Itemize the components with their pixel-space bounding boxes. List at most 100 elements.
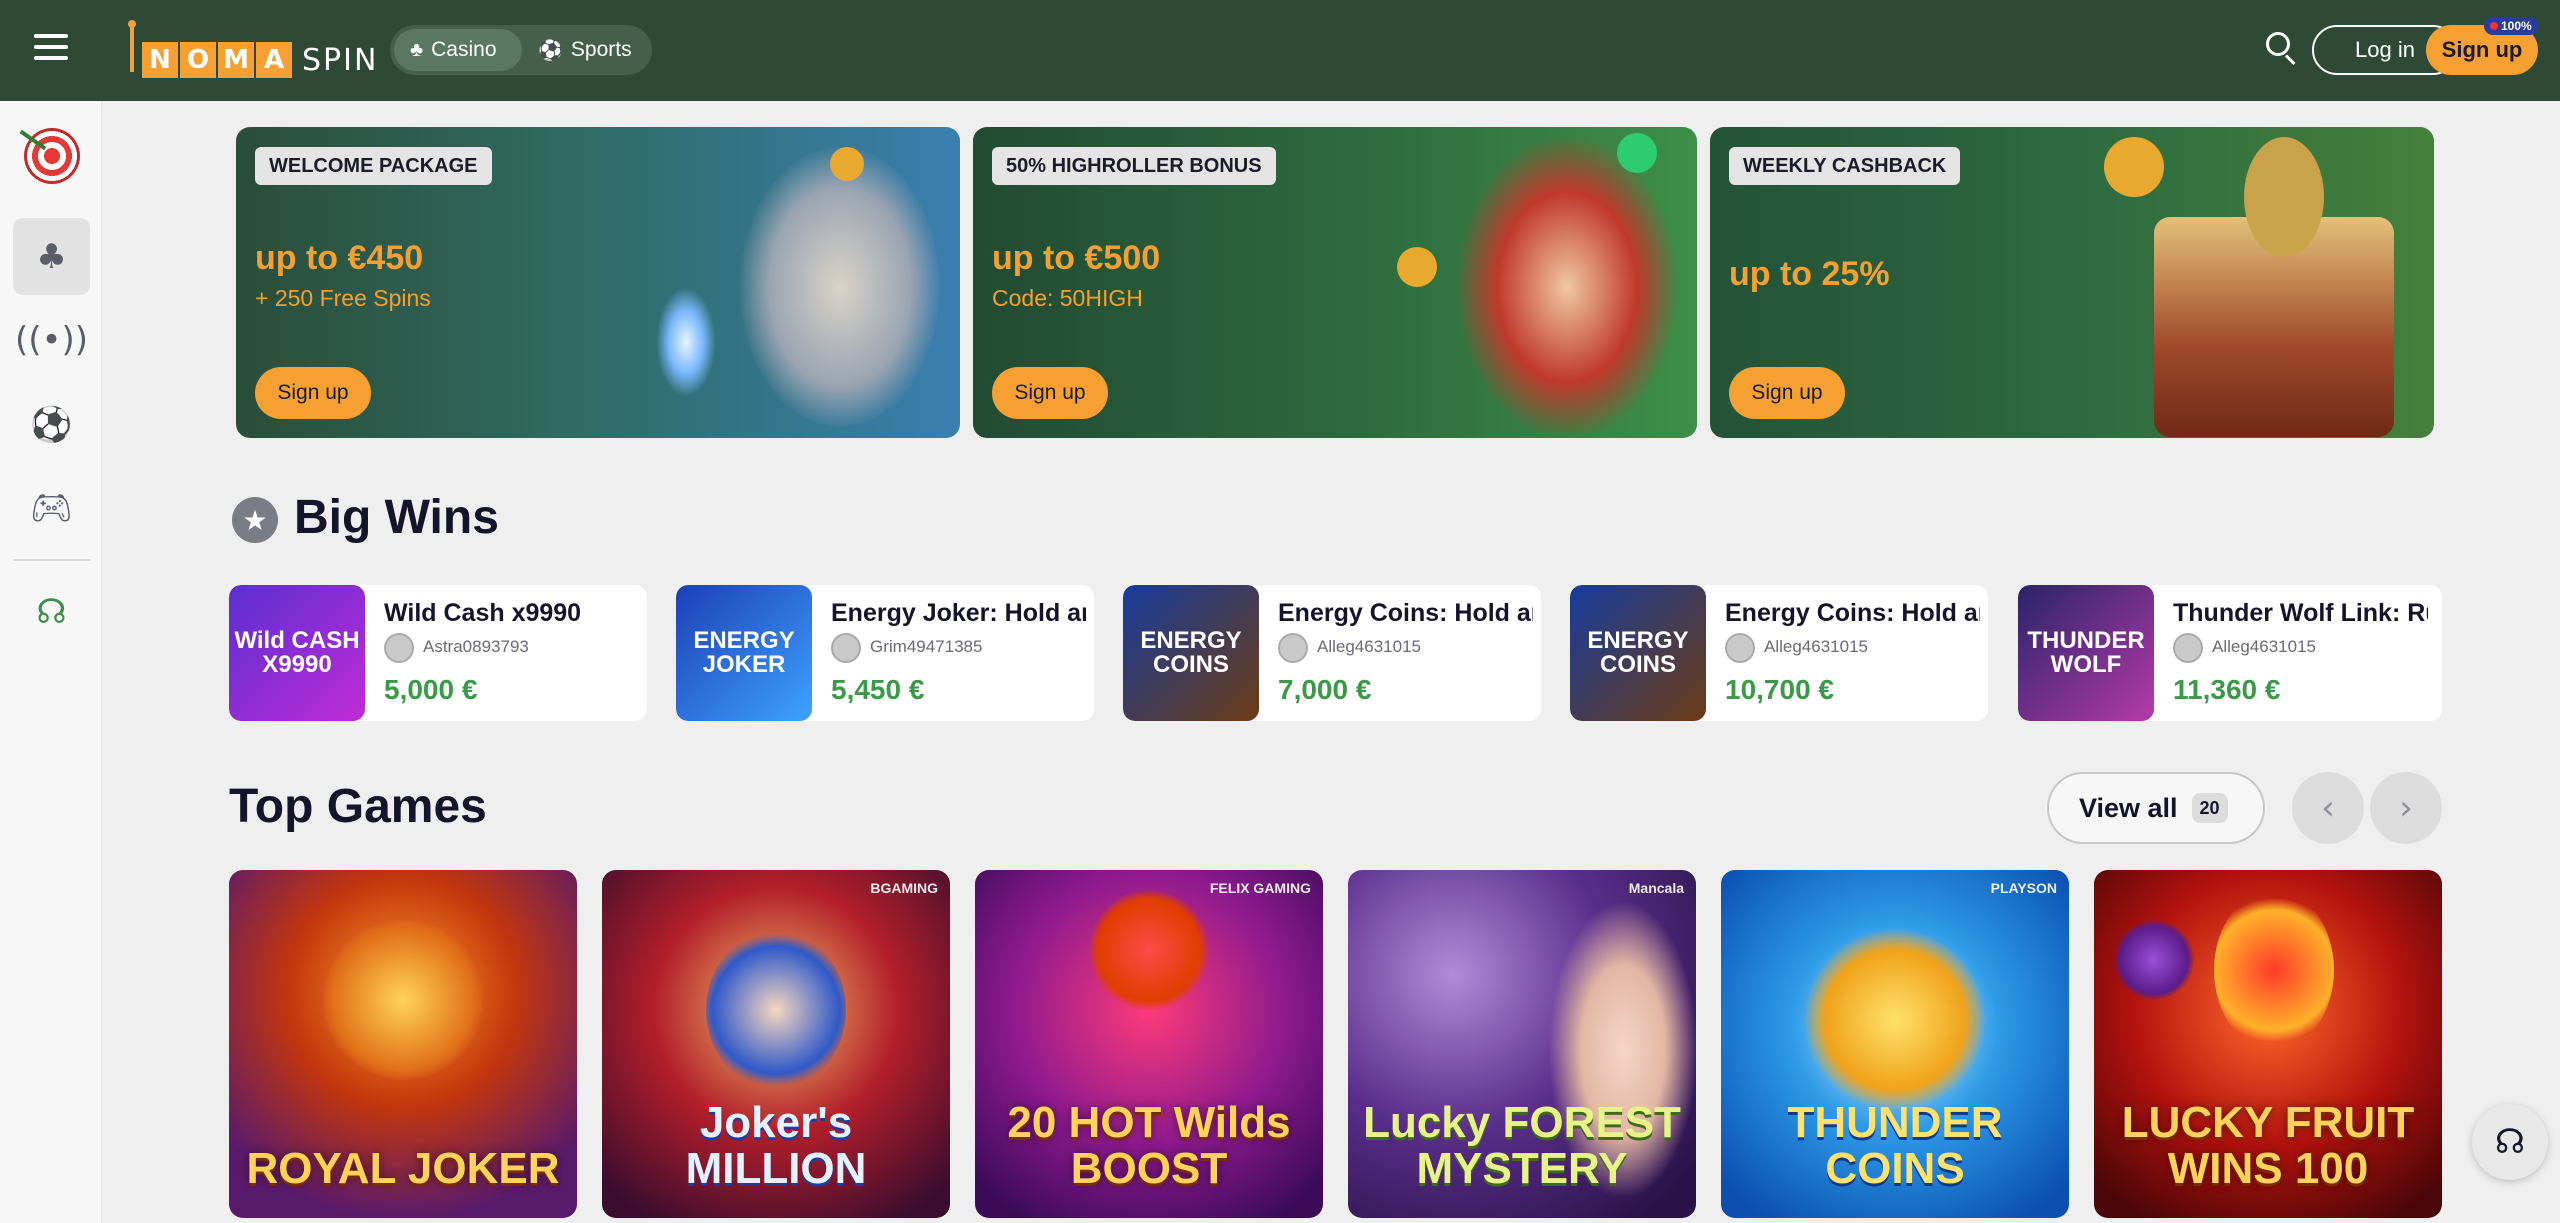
support-chat-button[interactable]: ☊ — [2472, 1104, 2548, 1180]
sidebar-item-promotions[interactable] — [13, 117, 90, 194]
headset-icon: ☊ — [2494, 1122, 2526, 1162]
win-amount: 5,000 € — [384, 674, 478, 705]
signup-bonus-badge: 100% — [2484, 17, 2538, 35]
game-title: 20 HOT Wilds BOOST — [1007, 1097, 1291, 1193]
game-title: Joker's MILLION — [685, 1097, 867, 1193]
big-win-card[interactable]: Wild CASH X9990 Wild Cash x9990 Astra089… — [229, 585, 647, 721]
game-card[interactable]: Mancala Lucky FOREST MYSTERY — [1348, 870, 1696, 1218]
avatar — [384, 633, 414, 663]
chevron-left-icon: ‹ — [2321, 788, 2335, 828]
game-thumbnail: ENERGY COINS — [1123, 585, 1259, 721]
carousel-prev-button[interactable]: ‹ — [2292, 772, 2364, 844]
game-card[interactable]: LUCKY FRUIT WINS 100 — [2094, 870, 2442, 1218]
view-all-button[interactable]: View all 20 — [2047, 772, 2265, 844]
jester-artwork — [323, 920, 483, 1080]
game-card[interactable]: PLAYSON THUNDER COINS — [1721, 870, 2069, 1218]
promo-tag: WEEKLY CASHBACK — [1729, 147, 1961, 185]
game-thumbnail: THUNDER WOLF — [2018, 585, 2154, 721]
search-icon[interactable] — [2264, 30, 2300, 66]
provider-label: BGAMING — [870, 880, 938, 896]
logo-spin-text: SPIN — [302, 43, 379, 78]
big-win-card[interactable]: ENERGY COINS Energy Coins: Hold and Win … — [1123, 585, 1541, 721]
game-title: LUCKY FRUIT WINS 100 — [2121, 1097, 2415, 1193]
cherries-icon: ♣ — [36, 236, 67, 277]
top-header: N O M A SPIN ♣ Casino ⚽ Sports Log in Si… — [0, 0, 2560, 101]
sidebar-item-live[interactable]: ((•)) — [13, 301, 90, 378]
plum-artwork — [2114, 920, 2194, 1000]
chevron-right-icon: › — [2399, 788, 2413, 828]
promo-subtext: Code: 50HIGH — [992, 285, 1143, 311]
sidebar-item-games[interactable]: 🎮︎ — [13, 469, 90, 546]
treasure-chest-artwork — [2094, 127, 2434, 438]
provider-label: PLAYSON — [1990, 880, 2057, 896]
win-amount: 7,000 € — [1278, 674, 1372, 705]
promo-signup-button[interactable]: Sign up — [992, 367, 1108, 419]
sidebar-item-casino[interactable]: ♣ — [13, 218, 90, 295]
win-username: Astra0893793 — [423, 637, 529, 656]
win-username: Alleg4631015 — [1764, 637, 1868, 656]
seven-artwork — [2214, 890, 2334, 1050]
win-amount: 10,700 € — [1725, 674, 1834, 705]
win-game-name: Energy Joker: Hold and Win — [831, 599, 1086, 627]
big-wins-title: Big Wins — [294, 491, 499, 544]
logo-letter: A — [256, 42, 292, 78]
promo-banner-highroller[interactable]: 50% HIGHROLLER BONUS up to €500 Code: 50… — [973, 127, 1697, 438]
avatar — [831, 633, 861, 663]
logo-letter: N — [142, 42, 178, 78]
tab-sports[interactable]: ⚽ Sports — [522, 29, 648, 71]
sidebar-item-sports[interactable]: ⚽ — [13, 386, 90, 463]
win-username: Alleg4631015 — [1317, 637, 1421, 656]
brand-logo[interactable]: N O M A SPIN — [128, 20, 379, 78]
sidebar-divider — [13, 559, 91, 561]
big-win-card[interactable]: THUNDER WOLF Thunder Wolf Link: Running … — [2018, 585, 2442, 721]
left-sidebar: ♣ ((•)) ⚽ 🎮︎ ☊ — [0, 101, 102, 1223]
football-icon: ⚽ — [538, 39, 563, 62]
avatar — [2173, 633, 2203, 663]
game-thumbnail: Wild CASH X9990 — [229, 585, 365, 721]
win-username: Grim49471385 — [870, 637, 983, 656]
promo-tag: WELCOME PACKAGE — [255, 147, 492, 185]
avatar — [1725, 633, 1755, 663]
logo-letter: M — [218, 42, 254, 78]
provider-label: FELIX GAMING — [1209, 880, 1311, 896]
provider-label: Mancala — [1628, 880, 1684, 896]
promo-amount: up to 25% — [1729, 255, 1890, 293]
promo-subtext: + 250 Free Spins — [255, 285, 431, 311]
logo-letter: O — [180, 42, 216, 78]
win-game-name: Wild Cash x9990 — [384, 599, 582, 627]
promo-banner-welcome[interactable]: WELCOME PACKAGE up to €450 + 250 Free Sp… — [236, 127, 960, 438]
game-card[interactable]: FELIX GAMING 20 HOT Wilds BOOST — [975, 870, 1323, 1218]
casino-sports-switch: ♣ Casino ⚽ Sports — [390, 25, 652, 75]
coin-artwork — [1805, 930, 1985, 1110]
promo-banner-cashback[interactable]: WEEKLY CASHBACK up to 25% Sign up — [1710, 127, 2434, 438]
promo-amount: up to €450 — [255, 239, 424, 277]
football-icon: ⚽ — [30, 404, 73, 445]
win-amount: 11,360 € — [2173, 674, 2281, 705]
promo-amount: up to €500 — [992, 239, 1161, 277]
seven-artwork — [1089, 890, 1209, 1010]
game-thumbnail: ENERGY JOKER — [676, 585, 812, 721]
headset-icon: ☊ — [36, 591, 67, 632]
win-username: Alleg4631015 — [2212, 637, 2316, 656]
big-win-card[interactable]: ENERGY COINS Energy Coins: Hold and Win … — [1570, 585, 1988, 721]
game-thumbnail: ENERGY COINS — [1570, 585, 1706, 721]
carousel-next-button[interactable]: › — [2370, 772, 2442, 844]
tab-casino[interactable]: ♣ Casino — [394, 29, 522, 71]
game-card[interactable]: ROYAL JOKER — [229, 870, 577, 1218]
game-card[interactable]: BGAMING Joker's MILLION — [602, 870, 950, 1218]
promo-signup-button[interactable]: Sign up — [255, 367, 371, 419]
win-game-name: Energy Coins: Hold and Win — [1278, 599, 1533, 627]
big-win-card[interactable]: ENERGY JOKER Energy Joker: Hold and Win … — [676, 585, 1094, 721]
gamepad-icon: 🎮︎ — [29, 487, 74, 528]
win-game-name: Thunder Wolf Link: Running Wins — [2173, 599, 2428, 627]
game-title: Lucky FOREST MYSTERY — [1363, 1097, 1681, 1193]
lady-artwork — [1357, 127, 1697, 438]
win-amount: 5,450 € — [831, 674, 925, 705]
sidebar-item-support[interactable]: ☊ — [13, 573, 90, 650]
menu-icon[interactable] — [34, 34, 68, 60]
live-broadcast-icon: ((•)) — [14, 319, 89, 360]
target-icon — [23, 127, 80, 184]
game-title: ROYAL JOKER — [246, 1143, 560, 1193]
promo-tag: 50% HIGHROLLER BONUS — [992, 147, 1276, 185]
promo-signup-button[interactable]: Sign up — [1729, 367, 1845, 419]
